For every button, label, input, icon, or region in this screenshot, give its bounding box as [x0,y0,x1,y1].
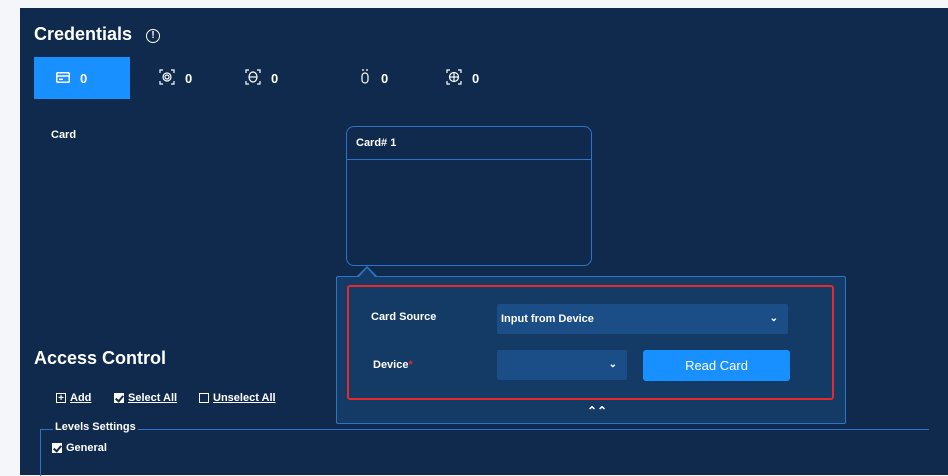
device-select[interactable]: ⌄ [497,350,627,380]
tab-fingerprint[interactable]: 0 [159,57,192,99]
card-source-value: Input from Device [501,313,594,325]
plus-icon: + [56,393,66,404]
add-button[interactable]: + Add [56,392,91,404]
unselect-all-label: Unselect All [213,392,276,404]
access-control-title: Access Control [34,348,167,368]
levels-settings-label: Levels Settings [53,421,138,433]
select-all-button[interactable]: Select All [114,392,177,404]
popup-arrow-fill [359,268,375,277]
hand-icon [359,68,371,88]
face-icon [245,68,261,88]
tab-card[interactable]: 0 [34,57,130,99]
card-slot-title: Card# 1 [347,127,591,160]
select-all-label: Select All [128,392,178,404]
chevron-down-icon: ⌄ [769,313,778,324]
tab-hand-count: 0 [381,70,389,86]
level-general-label: General [66,442,107,454]
checkbox-checked-icon [114,393,124,403]
credentials-title: Credentials [34,24,133,44]
card-slot-1[interactable]: Card# 1 [346,126,592,266]
device-label: Device* [373,359,413,371]
tab-iris-count: 0 [472,70,480,86]
tab-face[interactable]: 0 [245,57,278,99]
card-source-select[interactable]: Input from Device ⌄ [497,304,788,334]
required-mark: * [408,359,413,371]
highlight-frame [347,285,834,400]
tab-hand[interactable]: 0 [359,57,388,99]
tab-iris[interactable]: 0 [446,57,479,99]
level-item-general[interactable]: General [52,442,107,454]
tab-fingerprint-count: 0 [185,70,193,86]
tab-face-count: 0 [271,70,279,86]
checkbox-checked-icon[interactable] [52,443,62,453]
chevron-down-icon: ⌄ [608,359,617,370]
levels-settings-group [40,429,929,476]
info-icon[interactable]: ! [146,29,160,43]
card-icon [56,71,70,86]
double-chevron-up-icon[interactable]: ⌃⌃ [587,404,607,418]
tab-card-count: 0 [80,70,88,86]
iris-icon [446,68,462,88]
add-label: Add [70,392,92,404]
card-label: Card [51,129,77,141]
fingerprint-icon [159,68,175,88]
read-card-button[interactable]: Read Card [643,350,790,381]
checkbox-empty-icon [199,393,209,403]
card-source-label: Card Source [371,311,437,323]
unselect-all-button[interactable]: Unselect All [199,392,276,404]
